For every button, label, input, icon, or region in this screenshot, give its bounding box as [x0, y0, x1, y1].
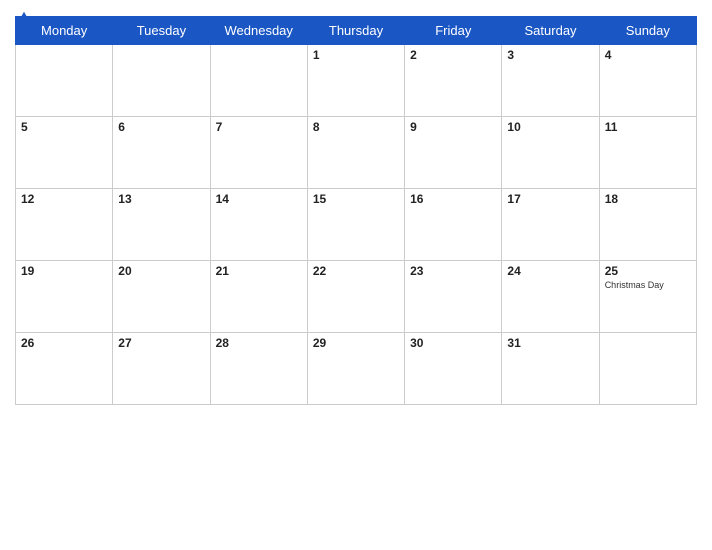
day-number: 25 [605, 264, 691, 278]
day-header-tuesday: Tuesday [113, 17, 210, 45]
calendar-cell[interactable]: 18 [599, 189, 696, 261]
day-number: 24 [507, 264, 593, 278]
day-number: 31 [507, 336, 593, 350]
day-header-thursday: Thursday [307, 17, 404, 45]
calendar-cell[interactable]: 25 Christmas Day [599, 261, 696, 333]
calendar-tbody: 1234567891011121314151617181920212223242… [16, 45, 697, 405]
calendar-cell[interactable]: 2 [405, 45, 502, 117]
calendar-cell[interactable]: 8 [307, 117, 404, 189]
day-number: 7 [216, 120, 302, 134]
calendar-cell[interactable]: 1 [307, 45, 404, 117]
calendar-cell[interactable]: 22 [307, 261, 404, 333]
calendar-cell[interactable]: 26 [16, 333, 113, 405]
calendar-container: MondayTuesdayWednesdayThursdayFridaySatu… [0, 0, 712, 550]
calendar-table: MondayTuesdayWednesdayThursdayFridaySatu… [15, 16, 697, 405]
day-number: 8 [313, 120, 399, 134]
calendar-cell[interactable]: 5 [16, 117, 113, 189]
day-number: 5 [21, 120, 107, 134]
calendar-cell[interactable]: 30 [405, 333, 502, 405]
calendar-cell[interactable] [210, 45, 307, 117]
calendar-cell[interactable] [599, 333, 696, 405]
day-number: 13 [118, 192, 204, 206]
day-number: 10 [507, 120, 593, 134]
calendar-cell[interactable]: 24 [502, 261, 599, 333]
day-number: 11 [605, 120, 691, 134]
calendar-cell[interactable] [113, 45, 210, 117]
day-number: 22 [313, 264, 399, 278]
day-number: 27 [118, 336, 204, 350]
day-header-sunday: Sunday [599, 17, 696, 45]
holiday-label: Christmas Day [605, 280, 691, 290]
day-number: 28 [216, 336, 302, 350]
day-header-saturday: Saturday [502, 17, 599, 45]
day-number: 1 [313, 48, 399, 62]
day-number: 2 [410, 48, 496, 62]
day-number: 21 [216, 264, 302, 278]
calendar-cell[interactable]: 29 [307, 333, 404, 405]
calendar-cell[interactable]: 9 [405, 117, 502, 189]
day-number: 19 [21, 264, 107, 278]
calendar-cell[interactable]: 6 [113, 117, 210, 189]
day-number: 14 [216, 192, 302, 206]
calendar-cell[interactable]: 15 [307, 189, 404, 261]
day-number: 16 [410, 192, 496, 206]
calendar-cell[interactable]: 11 [599, 117, 696, 189]
day-header-wednesday: Wednesday [210, 17, 307, 45]
calendar-cell[interactable]: 10 [502, 117, 599, 189]
day-header-friday: Friday [405, 17, 502, 45]
calendar-cell[interactable] [16, 45, 113, 117]
calendar-cell[interactable]: 23 [405, 261, 502, 333]
day-number: 12 [21, 192, 107, 206]
day-headers-row: MondayTuesdayWednesdayThursdayFridaySatu… [16, 17, 697, 45]
day-number: 26 [21, 336, 107, 350]
day-number: 4 [605, 48, 691, 62]
calendar-cell[interactable]: 19 [16, 261, 113, 333]
calendar-cell[interactable]: 14 [210, 189, 307, 261]
day-number: 30 [410, 336, 496, 350]
day-number: 20 [118, 264, 204, 278]
calendar-cell[interactable]: 27 [113, 333, 210, 405]
calendar-cell[interactable]: 3 [502, 45, 599, 117]
calendar-cell[interactable]: 13 [113, 189, 210, 261]
week-row-5: 26 27 28 29 30 31 [16, 333, 697, 405]
day-number: 18 [605, 192, 691, 206]
calendar-cell[interactable]: 16 [405, 189, 502, 261]
week-row-3: 12 13 14 15 16 17 18 [16, 189, 697, 261]
calendar-thead: MondayTuesdayWednesdayThursdayFridaySatu… [16, 17, 697, 45]
day-number: 15 [313, 192, 399, 206]
day-number: 23 [410, 264, 496, 278]
day-number: 29 [313, 336, 399, 350]
week-row-1: 1234 [16, 45, 697, 117]
day-number: 17 [507, 192, 593, 206]
day-number: 6 [118, 120, 204, 134]
calendar-cell[interactable]: 20 [113, 261, 210, 333]
calendar-cell[interactable]: 28 [210, 333, 307, 405]
day-number: 9 [410, 120, 496, 134]
calendar-cell[interactable]: 31 [502, 333, 599, 405]
calendar-cell[interactable]: 12 [16, 189, 113, 261]
calendar-cell[interactable]: 7 [210, 117, 307, 189]
calendar-cell[interactable]: 4 [599, 45, 696, 117]
logo-icon [15, 10, 33, 28]
calendar-cell[interactable]: 21 [210, 261, 307, 333]
logo-area [15, 10, 35, 28]
calendar-cell[interactable]: 17 [502, 189, 599, 261]
week-row-2: 56789 10 11 [16, 117, 697, 189]
day-number: 3 [507, 48, 593, 62]
week-row-4: 19 20 21 22 23 24 25 Christmas Day [16, 261, 697, 333]
